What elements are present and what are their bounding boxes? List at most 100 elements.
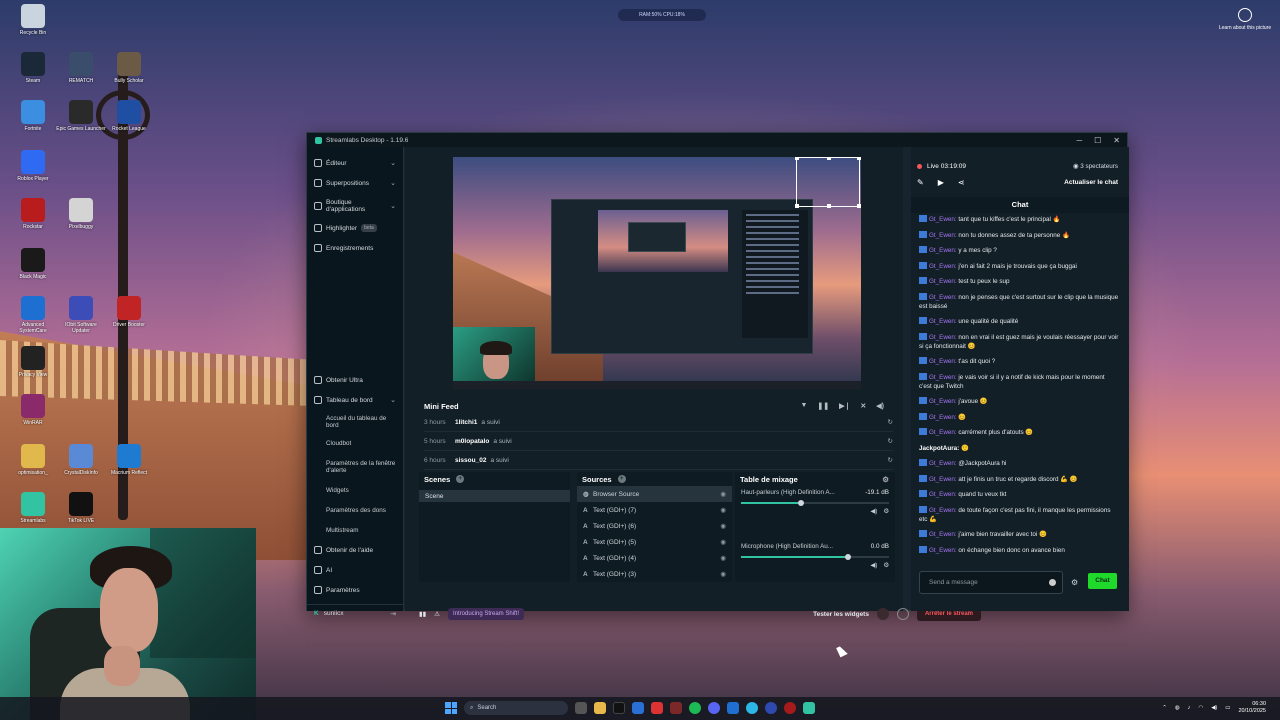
- chat-username[interactable]: Gt_Ewen:: [929, 216, 957, 223]
- app-icon[interactable]: [670, 702, 682, 714]
- add-source-icon[interactable]: +: [617, 475, 626, 483]
- refresh-chat-button[interactable]: Actualiser le chat: [1064, 179, 1118, 186]
- maximize-icon[interactable]: ☐: [1094, 136, 1101, 145]
- desktop-icon-12[interactable]: Advanced SystemCare: [8, 296, 58, 334]
- source-item[interactable]: A Text (GDI+) (7) ◉: [577, 502, 732, 518]
- speaker-icon[interactable]: ◀): [1211, 705, 1217, 711]
- chat-username[interactable]: Gt_Ewen:: [929, 398, 957, 405]
- filter-icon[interactable]: ▼: [800, 402, 807, 410]
- chat-username[interactable]: Gt_Ewen:: [929, 491, 957, 498]
- vpn-icon[interactable]: [765, 702, 777, 714]
- pause-icon[interactable]: ❚❚: [817, 402, 829, 410]
- desktop-icon-9[interactable]: Rockstar: [8, 198, 58, 230]
- replay-icon[interactable]: ↻: [888, 418, 893, 426]
- alert-icon[interactable]: ⚠: [434, 610, 440, 618]
- settings-icon[interactable]: ⚙: [883, 508, 889, 515]
- desktop-icon-21[interactable]: TikTok LIVE: [56, 492, 106, 524]
- task-view-icon[interactable]: [575, 702, 587, 714]
- clock[interactable]: 06:30 20/10/2025: [1238, 701, 1266, 715]
- desktop-icon-4[interactable]: Bully Scholar: [104, 52, 154, 84]
- settings-icon[interactable]: ⚙: [883, 562, 889, 569]
- sidebar-item-tableau-de-bord[interactable]: Tableau de bord ⌄: [307, 390, 403, 410]
- speaker-icon[interactable]: ◀): [870, 508, 877, 515]
- camera-icon[interactable]: ▶: [938, 178, 944, 187]
- chat-send-button[interactable]: Chat: [1088, 573, 1117, 589]
- chat-username[interactable]: Gt_Ewen:: [929, 263, 957, 270]
- chat-username[interactable]: Gt_Ewen:: [929, 507, 957, 514]
- taskbar-search[interactable]: ⌕ Search: [464, 701, 568, 715]
- replay-icon[interactable]: ↻: [888, 437, 893, 445]
- desktop-icon-5[interactable]: Fortnite: [8, 100, 58, 132]
- desktop-icon-15[interactable]: Privacy View: [8, 346, 58, 378]
- sidebar-item-superpositions[interactable]: Superpositions ⌄: [307, 173, 403, 193]
- sidebar-item-obtenir-de-l-aide[interactable]: Obtenir de l'aide: [307, 540, 403, 560]
- chevron-up-icon[interactable]: ⌃: [1162, 705, 1167, 711]
- scene-item[interactable]: Scene: [419, 490, 570, 502]
- visibility-icon[interactable]: ◉: [720, 554, 726, 562]
- user-account[interactable]: K suniicx ⇥: [307, 604, 403, 622]
- sidebar-item-param-tres[interactable]: Paramètres: [307, 580, 403, 600]
- emoji-icon[interactable]: [1049, 579, 1056, 586]
- chat-username[interactable]: Gt_Ewen:: [929, 476, 957, 483]
- replay-icon[interactable]: ↻: [888, 456, 893, 464]
- spotify-icon[interactable]: [689, 702, 701, 714]
- desktop-icon-18[interactable]: CrystalDiskInfo: [56, 444, 106, 476]
- chat-username[interactable]: JackpotAura:: [919, 445, 959, 452]
- chevron-down-icon[interactable]: ⌄: [390, 202, 396, 210]
- learn-about-picture[interactable]: Learn about this picture: [1218, 8, 1272, 31]
- chevron-down-icon[interactable]: ⌄: [390, 159, 396, 167]
- chat-username[interactable]: Gt_Ewen:: [929, 278, 957, 285]
- sidebar-subitem[interactable]: Multistream: [307, 520, 403, 540]
- skip-icon[interactable]: ▶❘: [839, 402, 850, 410]
- sidebar-item-boutique-d-applications[interactable]: Boutique d'applications ⌄: [307, 193, 403, 218]
- calculator-icon[interactable]: [632, 702, 644, 714]
- tiktok-taskbar-icon[interactable]: [613, 702, 625, 714]
- add-scene-icon[interactable]: +: [456, 475, 465, 483]
- sidebar-subitem[interactable]: Paramètres des dons: [307, 500, 403, 520]
- adobe-icon[interactable]: [651, 702, 663, 714]
- share-icon[interactable]: ⋖: [958, 178, 965, 187]
- sidebar-subitem[interactable]: Accueil du tableau de bord: [307, 410, 403, 434]
- source-item[interactable]: A Text (GDI+) (5) ◉: [577, 534, 732, 550]
- source-item[interactable]: A Text (GDI+) (3) ◉: [577, 566, 732, 582]
- mixer-settings-icon[interactable]: ⚙: [882, 475, 889, 484]
- desktop-icon-17[interactable]: optimisation_: [8, 444, 58, 476]
- volume-slider[interactable]: [741, 554, 889, 560]
- sidebar-item-highlighter[interactable]: Highlighter beta: [307, 218, 403, 238]
- sidebar-item-obtenir-ultra[interactable]: Obtenir Ultra: [307, 370, 403, 390]
- selection-box[interactable]: [795, 157, 861, 208]
- sidebar-subitem[interactable]: Widgets: [307, 480, 403, 500]
- test-widgets-button[interactable]: Tester les widgets: [813, 611, 869, 618]
- desktop-icon-20[interactable]: Streamlabs: [8, 492, 58, 524]
- volume-knob[interactable]: [844, 554, 851, 560]
- file-explorer-icon[interactable]: [594, 702, 606, 714]
- visibility-icon[interactable]: ◉: [720, 490, 726, 498]
- volume-knob[interactable]: [797, 500, 804, 506]
- feed-user[interactable]: 1litchi1: [455, 419, 477, 426]
- discord-icon[interactable]: [708, 702, 720, 714]
- stream-shift-banner[interactable]: Introducing Stream Shift!: [447, 608, 525, 620]
- microphone-icon[interactable]: ♪: [1188, 705, 1191, 711]
- desktop-icon-11[interactable]: Black Magic: [8, 248, 58, 280]
- chat-username[interactable]: Gt_Ewen:: [929, 318, 957, 325]
- desktop-icon-2[interactable]: Steam: [8, 52, 58, 84]
- desktop-icon-13[interactable]: IObit Software Updater: [56, 296, 106, 334]
- replay-icon[interactable]: [896, 608, 909, 620]
- outlook-icon[interactable]: [727, 702, 739, 714]
- desktop-icon-19[interactable]: Macrium Reflect: [104, 444, 154, 476]
- chat-username[interactable]: Gt_Ewen:: [929, 531, 957, 538]
- logout-icon[interactable]: ⇥: [390, 610, 396, 618]
- visibility-icon[interactable]: ◉: [720, 506, 726, 514]
- mute-icon[interactable]: ✕: [860, 402, 866, 410]
- chat-username[interactable]: Gt_Ewen:: [929, 294, 957, 301]
- source-item[interactable]: ◍ Browser Source ◉: [577, 486, 732, 502]
- chat-username[interactable]: Gt_Ewen:: [929, 358, 957, 365]
- stream-preview[interactable]: [453, 157, 861, 389]
- chat-username[interactable]: Gt_Ewen:: [929, 460, 957, 467]
- chat-username[interactable]: Gt_Ewen:: [929, 232, 957, 239]
- edit-icon[interactable]: ✎: [917, 178, 924, 187]
- sidebar-subitem[interactable]: Paramètres de la fenêtre d'alerte: [307, 453, 403, 480]
- desktop-icon-1[interactable]: Recycle Bin: [8, 4, 58, 36]
- desktop-icon-3[interactable]: REMATCH: [56, 52, 106, 84]
- chat-settings-icon[interactable]: ⚙: [1071, 578, 1078, 587]
